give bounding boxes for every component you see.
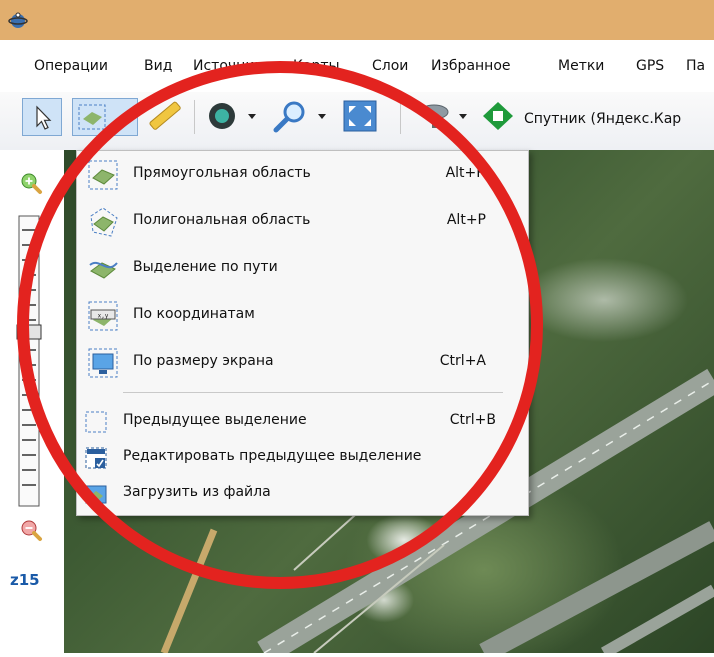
zoom-slider[interactable] [16, 215, 42, 507]
menu-gps[interactable]: GPS [636, 58, 664, 74]
coordinates-selection-icon: x,y [88, 301, 118, 331]
menu-favorites[interactable]: Избранное [431, 58, 511, 74]
toolbar-separator [194, 100, 195, 134]
fullscreen-button[interactable] [340, 98, 380, 134]
magnifier-icon [273, 101, 326, 133]
rect-selection-icon [78, 104, 132, 130]
fullscreen-icon [343, 100, 377, 132]
zoom-out-icon[interactable] [21, 520, 42, 541]
toolbar: Спутник (Яндекс.Кар [0, 92, 714, 151]
search-tool-button[interactable] [266, 98, 330, 134]
ruler-icon [149, 101, 181, 130]
screen-selection-icon [88, 348, 118, 378]
path-selection-icon [89, 262, 118, 279]
menu-separator [123, 392, 503, 393]
map-source-icon [483, 102, 513, 130]
globe-tool-button[interactable] [202, 98, 258, 134]
zoom-level-label: z15 [10, 571, 40, 589]
title-bar [0, 0, 714, 40]
zoom-slider-thumb [16, 324, 42, 340]
previous-selection-icon [85, 411, 107, 433]
menu-item-edit-previous-selection[interactable]: Редактировать предыдущее выделение [77, 438, 528, 478]
satellite-dish-button[interactable] [410, 98, 470, 134]
globe-icon [209, 103, 256, 129]
cursor-arrow-icon [36, 105, 52, 130]
menu-item-screen-size[interactable]: По размеру экрана Ctrl+A [77, 341, 528, 385]
svg-text:x,y: x,y [98, 313, 109, 320]
left-zoom-panel: z15 [0, 150, 64, 653]
map-source-button[interactable] [478, 98, 518, 134]
edit-previous-selection-icon [85, 447, 107, 469]
map-layer-label[interactable]: Спутник (Яндекс.Кар [524, 111, 681, 127]
menu-item-by-coordinates[interactable]: x,y По координатам [77, 294, 528, 338]
ruler-tool-button[interactable] [144, 98, 184, 134]
polygon-selection-icon [90, 207, 118, 237]
menu-source[interactable]: Источник [193, 58, 263, 74]
chevron-down-icon [124, 115, 132, 120]
satellite-dish-icon [419, 104, 467, 128]
menu-item-polygon-area[interactable]: Полигональная область Alt+P [77, 200, 528, 244]
toolbar-separator [400, 100, 401, 134]
menu-maps[interactable]: Карты [293, 58, 340, 74]
menu-item-path-selection[interactable]: Выделение по пути [77, 247, 528, 291]
rect-selection-icon [88, 160, 118, 190]
menu-item-previous-selection[interactable]: Предыдущее выделение Ctrl+B [77, 402, 528, 442]
selection-dropdown-menu: Прямоугольная область Alt+R Полигональна… [76, 150, 529, 516]
menu-marks[interactable]: Метки [558, 58, 604, 74]
selection-tool-button[interactable] [72, 98, 138, 136]
menu-layers[interactable]: Слои [372, 58, 408, 74]
app-satellite-icon[interactable] [8, 10, 28, 30]
menu-view[interactable]: Вид [144, 58, 172, 74]
menu-item-rect-area[interactable]: Прямоугольная область Alt+R [77, 153, 528, 197]
pointer-tool-button[interactable] [22, 98, 62, 136]
menu-operations[interactable]: Операции [34, 58, 108, 74]
menu-overflow[interactable]: Па [686, 58, 705, 74]
zoom-in-icon[interactable] [21, 173, 42, 194]
menu-item-load-from-file[interactable]: Загрузить из файла [77, 474, 528, 514]
load-from-file-icon [85, 485, 107, 504]
